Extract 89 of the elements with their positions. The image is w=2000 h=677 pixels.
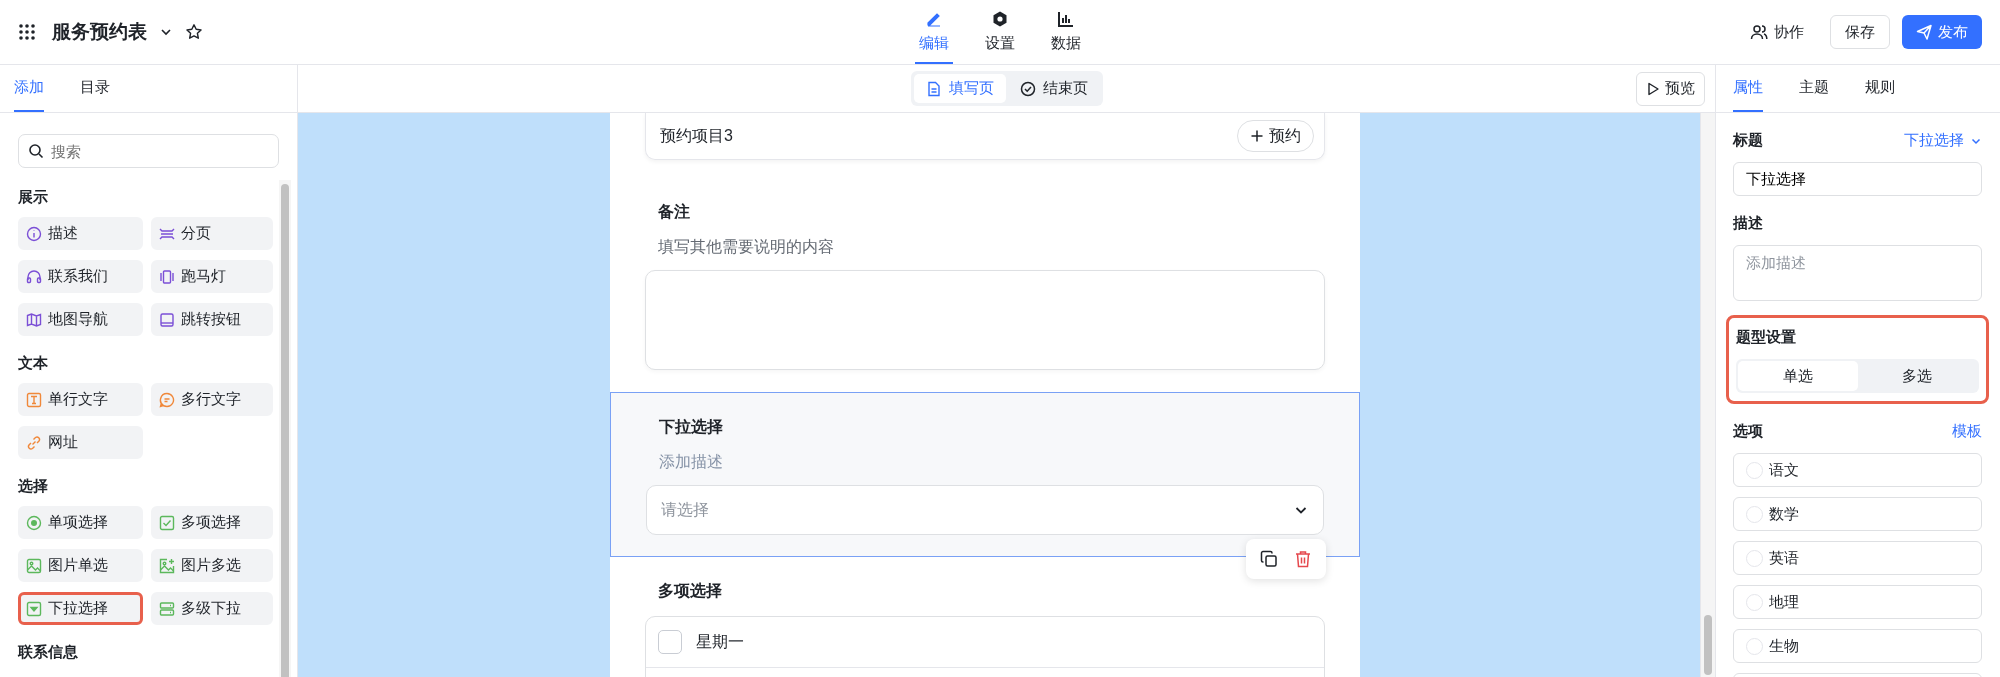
question-title: 多项选择: [657, 581, 723, 601]
option-item[interactable]: 英语: [1733, 541, 1982, 575]
component-item[interactable]: 网址: [18, 426, 143, 459]
field-label: 题型设置: [1736, 328, 1797, 347]
scrollbar-thumb[interactable]: [281, 184, 289, 677]
component-item[interactable]: 跳转按钮: [151, 303, 273, 336]
section-heading: 联系信息: [18, 643, 79, 662]
question-title: 备注: [657, 202, 691, 222]
mode-toggle[interactable]: 单选: [1738, 361, 1858, 391]
component-item[interactable]: 分页: [151, 217, 273, 250]
option-item[interactable]: 生物: [1733, 629, 1982, 663]
option-item[interactable]: 地理: [1733, 585, 1982, 619]
preview-button[interactable]: 预览: [1636, 71, 1705, 106]
option-label: 星期一: [696, 631, 744, 652]
field-label: 选项: [1733, 422, 1763, 441]
form-title: 服务预约表: [52, 20, 147, 44]
headset-icon: [26, 268, 42, 285]
textline-icon: [26, 391, 42, 408]
link-icon: [26, 434, 42, 451]
hexagon-icon: [991, 9, 1009, 28]
page-tab[interactable]: 结束页: [1007, 74, 1100, 103]
component-item[interactable]: 联系我们: [18, 260, 143, 293]
trash-icon[interactable]: [1294, 550, 1312, 568]
component-item[interactable]: 图片单选: [18, 549, 143, 582]
copy-icon[interactable]: [1260, 550, 1278, 568]
apps-grid-icon[interactable]: [18, 23, 36, 41]
booking-item-label: 预约项目3: [660, 125, 733, 146]
image-icon: [26, 557, 42, 574]
plus-icon: [1250, 129, 1264, 143]
dropdown-icon: [26, 600, 42, 617]
search-field[interactable]: 搜索: [18, 134, 279, 168]
nav-tab[interactable]: 编辑: [915, 0, 953, 64]
section-heading: 选择: [18, 477, 49, 496]
checkbox[interactable]: [658, 630, 682, 654]
template-link[interactable]: 模板: [1952, 422, 1982, 441]
info-icon: [26, 225, 42, 242]
jumpbutton-icon: [159, 311, 175, 328]
panel-tab[interactable]: 主题: [1799, 65, 1829, 112]
bar-chart-icon: [1057, 9, 1075, 28]
option-item[interactable]: 语文: [1733, 453, 1982, 487]
component-item[interactable]: 多项选择: [151, 506, 273, 539]
carousel-icon: [159, 268, 175, 285]
nav-tab[interactable]: 数据: [1047, 0, 1085, 64]
search-icon: [28, 143, 44, 159]
nav-tab[interactable]: 设置: [981, 0, 1019, 64]
page-tab[interactable]: 填写页: [913, 74, 1006, 103]
component-item[interactable]: 地图导航: [18, 303, 143, 336]
publish-button[interactable]: 发布: [1902, 15, 1982, 49]
field-label: 标题: [1733, 131, 1763, 150]
question-description: 添加描述: [658, 452, 724, 472]
panel-tab[interactable]: 目录: [80, 65, 110, 112]
question-description: 填写其他需要说明的内容: [657, 237, 835, 257]
section-heading: 文本: [18, 354, 49, 373]
users-icon: [1750, 23, 1768, 41]
scrollbar-thumb[interactable]: [1704, 615, 1712, 675]
panel-tab[interactable]: 规则: [1865, 65, 1895, 112]
mode-toggle[interactable]: 多选: [1857, 361, 1977, 391]
send-icon: [1916, 24, 1932, 40]
radio-icon: [26, 514, 42, 531]
save-button[interactable]: 保存: [1830, 15, 1890, 49]
chat-icon: [159, 391, 175, 408]
panel-tab[interactable]: 属性: [1733, 65, 1763, 112]
checkbox-icon: [159, 514, 175, 531]
type-picker-link[interactable]: 下拉选择: [1904, 131, 1982, 150]
check-circle-icon: [1019, 80, 1036, 97]
field-label: 描述: [1733, 214, 1763, 233]
cascade-icon: [159, 600, 175, 617]
component-item[interactable]: 多行文字: [151, 383, 273, 416]
component-item[interactable]: 单行文字: [18, 383, 143, 416]
panel-tab[interactable]: 添加: [14, 65, 44, 112]
component-item[interactable]: 描述: [18, 217, 143, 250]
component-item[interactable]: 下拉选择: [18, 592, 143, 625]
answer-box[interactable]: [645, 270, 1325, 370]
map-icon: [26, 311, 42, 328]
component-item[interactable]: 跑马灯: [151, 260, 273, 293]
star-icon[interactable]: [185, 23, 203, 41]
component-item[interactable]: 单项选择: [18, 506, 143, 539]
title-input[interactable]: 下拉选择: [1733, 162, 1982, 196]
question-title: 下拉选择: [658, 417, 724, 437]
collaborate-button[interactable]: 协作: [1736, 15, 1818, 49]
component-item[interactable]: 多级下拉: [151, 592, 273, 625]
selected-question-block[interactable]: 下拉选择 添加描述 请选择: [610, 392, 1360, 557]
description-input[interactable]: 添加描述: [1733, 245, 1982, 301]
component-item[interactable]: 图片多选: [151, 549, 273, 582]
document-icon: [925, 80, 942, 97]
section-heading: 展示: [18, 188, 49, 207]
play-icon: [1646, 81, 1660, 96]
option-item[interactable]: 数学: [1733, 497, 1982, 531]
imageplus-icon: [159, 557, 175, 574]
